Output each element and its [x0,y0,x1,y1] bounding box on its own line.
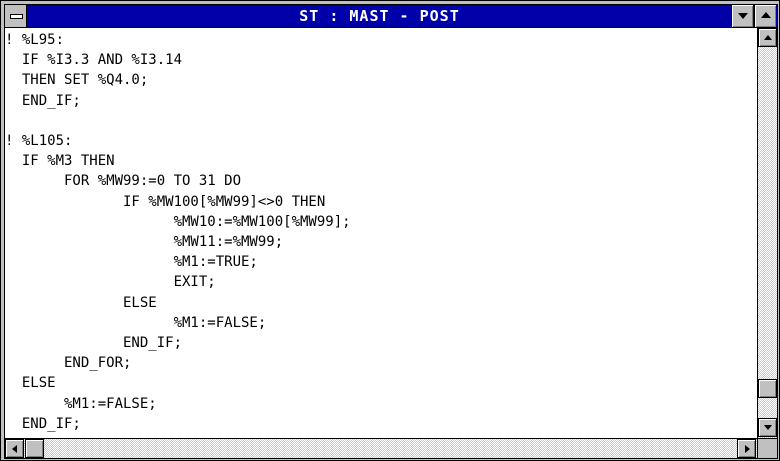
code-line[interactable]: IF %MW100[%MW99]<>0 THEN [5,193,325,211]
code-line[interactable]: END_IF; [5,334,182,352]
code-line[interactable]: EXIT; [5,273,216,291]
code-line[interactable]: %MW10:=%MW100[%MW99]; [5,213,351,231]
code-line[interactable]: END_IF; [5,415,81,433]
right-arrow-icon [745,445,750,453]
scrollbar-corner [757,438,777,458]
down-triangle-icon [738,13,748,19]
code-line[interactable]: ELSE [5,374,56,392]
code-editor[interactable]: ! %L95: IF %I3.3 AND %I3.14 THEN SET %Q4… [5,28,757,438]
code-line[interactable]: ! %L95: [5,31,64,49]
code-line[interactable]: ELSE [5,294,157,312]
title-bar[interactable]: ST : MAST - POST [5,5,777,28]
code-line[interactable]: %M1:=TRUE; [5,253,258,271]
code-line[interactable]: %MW11:=%MW99; [5,233,284,251]
scroll-down-button[interactable] [758,418,777,437]
scroll-left-button[interactable] [5,439,24,458]
code-line[interactable]: THEN SET %Q4.0; [5,71,148,89]
maximize-button[interactable] [754,5,776,27]
up-triangle-icon [761,12,771,18]
vertical-scrollbar[interactable] [757,28,777,438]
code-line[interactable]: IF %M3 THEN [5,152,115,170]
horizontal-scrollbar[interactable] [5,438,757,458]
scroll-thumb[interactable] [758,379,777,398]
code-line[interactable]: ! %L105: [5,132,72,150]
down-arrow-icon [764,425,772,430]
code-line[interactable]: %M1:=FALSE; [5,314,267,332]
scroll-thumb-horizontal[interactable] [25,439,44,458]
scroll-right-button[interactable] [737,439,756,458]
minimize-button[interactable] [731,5,753,27]
code-line[interactable]: IF %I3.3 AND %I3.14 [5,51,182,69]
code-line[interactable]: END_IF; [5,92,81,110]
code-line[interactable]: %M1:=FALSE; [5,395,157,413]
system-menu-button[interactable] [5,5,27,27]
window-frame: ST : MAST - POST ! %L95: IF %I3.3 AND %I… [4,4,778,459]
code-line[interactable]: END_FOR; [5,354,131,372]
code-line[interactable]: FOR %MW99:=0 TO 31 DO [5,172,241,190]
up-arrow-icon [764,35,772,40]
left-arrow-icon [12,445,17,453]
window-title: ST : MAST - POST [299,7,460,25]
system-menu-icon [10,14,23,19]
editor-window: ST : MAST - POST ! %L95: IF %I3.3 AND %I… [0,0,780,461]
scroll-up-button[interactable] [758,28,777,47]
